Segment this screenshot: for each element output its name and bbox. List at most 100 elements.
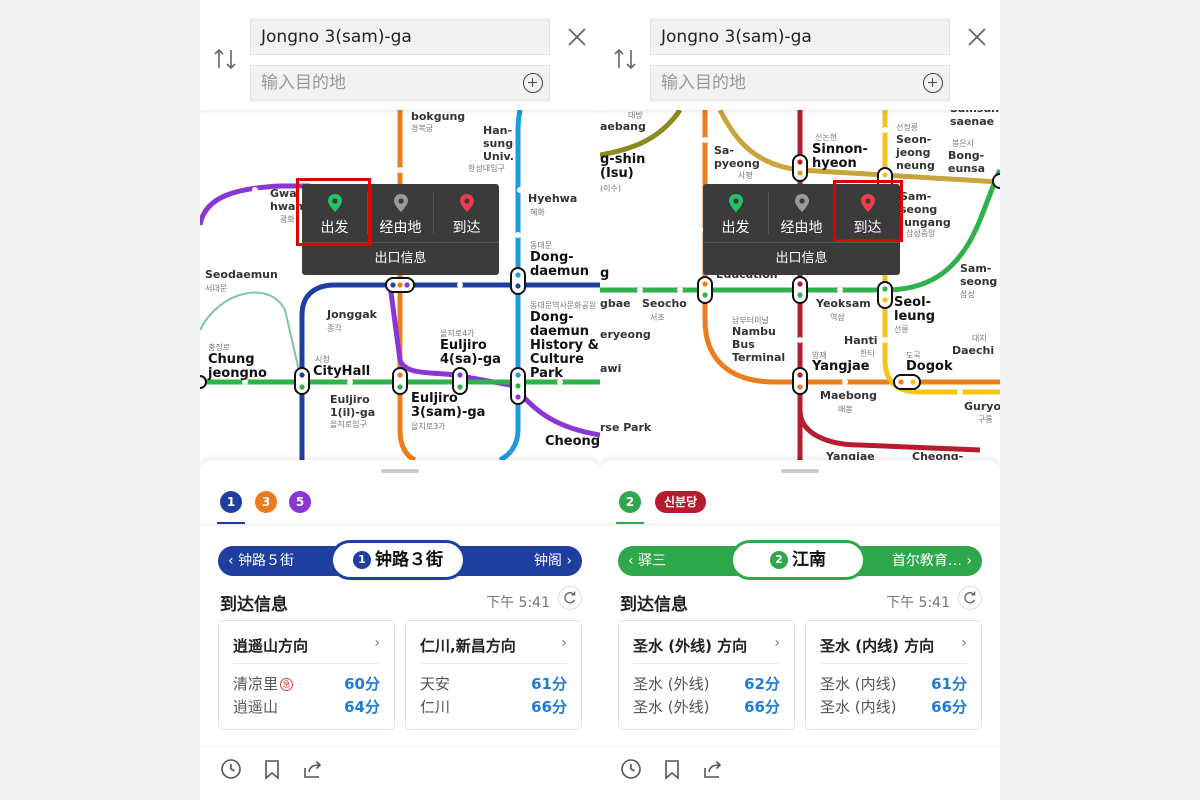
station-seocho[interactable]: Seocho bbox=[642, 297, 687, 310]
destination-input[interactable]: 输入目的地 bbox=[650, 65, 950, 101]
subway-map-lines bbox=[200, 110, 600, 460]
direction-card[interactable]: 仁川,新昌方向 › 天安 61分 仁川 66分 bbox=[405, 620, 582, 730]
add-waypoint-icon[interactable] bbox=[923, 73, 943, 93]
sheet-drag-handle[interactable] bbox=[381, 469, 419, 473]
station-yangjae[interactable]: Yangjae bbox=[812, 360, 870, 374]
clock-icon[interactable] bbox=[220, 758, 242, 780]
train-arrival-minutes: 64分 bbox=[344, 698, 380, 716]
set-waypoint-button[interactable]: 经由地 bbox=[368, 184, 433, 242]
station-euljiro1[interactable]: Euljiro 1(il)-ga bbox=[330, 393, 375, 419]
station-gbae[interactable]: gbae bbox=[600, 297, 631, 310]
station-nambu[interactable]: Nambu Bus Terminal bbox=[732, 325, 785, 364]
set-destination-button[interactable]: 到达 bbox=[434, 184, 499, 242]
station-eryeong[interactable]: eryeong bbox=[600, 328, 651, 341]
station-seodaemun-ko: 서대문 bbox=[205, 284, 228, 293]
line-tab-2[interactable]: 2 bbox=[619, 491, 641, 513]
train-destination: 圣水 (外线) bbox=[633, 698, 710, 716]
subway-map[interactable]: bokgung 경복궁 Han- sung Univ. 한성대입구 Gwa hw… bbox=[200, 110, 600, 460]
station-hanti[interactable]: Hanti bbox=[844, 334, 878, 347]
line-tab-3[interactable]: 3 bbox=[255, 491, 277, 513]
active-tab-underline bbox=[217, 522, 245, 524]
station-guryong-ko: 구룡 bbox=[978, 415, 993, 424]
set-waypoint-button[interactable]: 经由地 bbox=[769, 184, 834, 242]
station-bongeunsa[interactable]: Bong- eunsa bbox=[948, 149, 985, 175]
origin-input[interactable]: Jongno 3(sam)-ga bbox=[250, 19, 550, 55]
direction-card[interactable]: 圣水 (外线) 方向 › 圣水 (外线) 62分 圣水 (外线) 66分 bbox=[618, 620, 795, 730]
prev-station-button[interactable]: ‹ 驿三 bbox=[628, 546, 666, 576]
current-station-name: 钟路３街 bbox=[375, 550, 443, 570]
station-samseong[interactable]: Sam- seong bbox=[960, 262, 997, 288]
station-guryong[interactable]: Guryon bbox=[964, 400, 1000, 413]
refresh-icon[interactable] bbox=[958, 586, 982, 610]
station-seonjeongneung[interactable]: Seon- jeong neung bbox=[896, 133, 935, 172]
station-bongeunsa-ko: 봉은사 bbox=[952, 139, 975, 148]
close-icon[interactable] bbox=[964, 24, 990, 50]
station-info-sheet: 1 3 5 ‹ 钟路５街 1 钟路３街 钟阁 › 到达信息 下午 5:41 逍遥山… bbox=[200, 460, 600, 800]
station-isu-ko: (이수) bbox=[600, 184, 621, 193]
current-line-badge: 1 bbox=[353, 551, 371, 569]
next-station-button[interactable]: 钟阁 › bbox=[534, 546, 572, 576]
station-cheonggu[interactable]: Cheonggu bbox=[545, 435, 600, 449]
station-isu[interactable]: g-shin (Isu) bbox=[600, 153, 645, 181]
arrival-time: 下午 5:41 bbox=[886, 595, 950, 611]
highlight-box-arrive bbox=[833, 180, 903, 242]
station-rsepark[interactable]: rse Park bbox=[600, 421, 651, 434]
next-station-label: 钟阁 bbox=[533, 553, 562, 569]
direction-card[interactable]: 逍遥山方向 › 清凉里急 60分 逍遥山 64分 bbox=[218, 620, 395, 730]
station-yeoksam[interactable]: Yeoksam bbox=[816, 297, 871, 310]
left-phone-screen: Jongno 3(sam)-ga 输入目的地 bokgung 경복궁 Han- … bbox=[200, 0, 600, 800]
station-maebong[interactable]: Maebong bbox=[820, 389, 877, 402]
station-g[interactable]: g bbox=[600, 267, 609, 281]
origin-input[interactable]: Jongno 3(sam)-ga bbox=[650, 19, 950, 55]
line-tab-shinbundang[interactable]: 신분당 bbox=[655, 491, 707, 513]
station-sapyeong[interactable]: Sa- pyeong bbox=[714, 144, 760, 170]
right-phone-screen: Jongno 3(sam)-ga 输入目的地 대방 aebang 신논현 Sin… bbox=[600, 0, 1000, 800]
station-seolleung[interactable]: Seol- leung bbox=[894, 296, 935, 324]
set-origin-button[interactable]: 出发 bbox=[703, 184, 768, 242]
share-icon[interactable] bbox=[302, 758, 324, 780]
station-dogok[interactable]: Dogok bbox=[906, 360, 953, 374]
bookmark-icon[interactable] bbox=[261, 758, 283, 780]
station-dongdaemun[interactable]: Dong- daemun bbox=[530, 251, 589, 279]
share-icon[interactable] bbox=[702, 758, 724, 780]
prev-station-button[interactable]: ‹ 钟路５街 bbox=[228, 546, 294, 576]
sheet-drag-handle[interactable] bbox=[781, 469, 819, 473]
station-hyehwa[interactable]: Hyehwa bbox=[528, 192, 577, 205]
add-waypoint-icon[interactable] bbox=[523, 73, 543, 93]
station-awi[interactable]: awi bbox=[600, 362, 621, 375]
destination-placeholder: 输入目的地 bbox=[661, 73, 746, 93]
station-samseongjungang[interactable]: Sam- seong Jungang bbox=[900, 190, 951, 229]
station-euljiro3[interactable]: Euljiro 3(sam)-ga bbox=[411, 392, 485, 420]
station-daebang[interactable]: aebang bbox=[600, 120, 646, 133]
station-info-sheet: 2 신분당 ‹ 驿三 2 江南 首尔教育… › 到达信息 下午 5:41 圣水 (… bbox=[600, 460, 1000, 800]
close-icon[interactable] bbox=[564, 24, 590, 50]
station-chungjeongno[interactable]: Chung jeongno bbox=[208, 353, 267, 381]
next-station-button[interactable]: 首尔教育… › bbox=[892, 546, 972, 576]
exit-info-button[interactable]: 出口信息 bbox=[703, 242, 900, 276]
destination-input[interactable]: 输入目的地 bbox=[250, 65, 550, 101]
station-euljiro4[interactable]: Euljiro 4(sa)-ga bbox=[440, 339, 501, 367]
station-daechi[interactable]: Daechi bbox=[952, 344, 994, 357]
refresh-icon[interactable] bbox=[558, 586, 582, 610]
station-hansung[interactable]: Han- sung Univ. bbox=[483, 124, 514, 163]
swap-direction-icon[interactable] bbox=[612, 44, 638, 74]
swap-direction-icon[interactable] bbox=[212, 44, 238, 74]
station-sinnonhyeon[interactable]: Sinnon- hyeon bbox=[812, 143, 868, 171]
train-destination: 天安 bbox=[420, 675, 451, 693]
station-jonggak[interactable]: Jonggak bbox=[327, 308, 377, 321]
line-tab-5[interactable]: 5 bbox=[289, 491, 311, 513]
line-tab-1[interactable]: 1 bbox=[220, 491, 242, 513]
direction-card[interactable]: 圣水 (内线) 方向 › 圣水 (内线) 61分 圣水 (内线) 66分 bbox=[805, 620, 982, 730]
station-cityhall[interactable]: CityHall bbox=[313, 365, 370, 379]
line-tabs: 2 신분당 bbox=[600, 488, 1000, 525]
subway-map[interactable]: 대방 aebang 신논현 Sinnon- hyeon 선정릉 Seon- je… bbox=[600, 102, 1000, 463]
red-pin-icon bbox=[460, 194, 474, 212]
station-seocho-ko: 서초 bbox=[650, 313, 665, 322]
exit-info-button[interactable]: 出口信息 bbox=[302, 242, 499, 276]
current-station-pill: 2 江南 bbox=[730, 540, 866, 580]
clock-icon[interactable] bbox=[620, 758, 642, 780]
station-ddp[interactable]: Dong- daemun History & Culture Park bbox=[530, 311, 599, 381]
bookmark-icon[interactable] bbox=[661, 758, 683, 780]
station-gyeongbokgung[interactable]: bokgung bbox=[411, 110, 465, 123]
station-seodaemun[interactable]: Seodaemun bbox=[205, 268, 278, 281]
